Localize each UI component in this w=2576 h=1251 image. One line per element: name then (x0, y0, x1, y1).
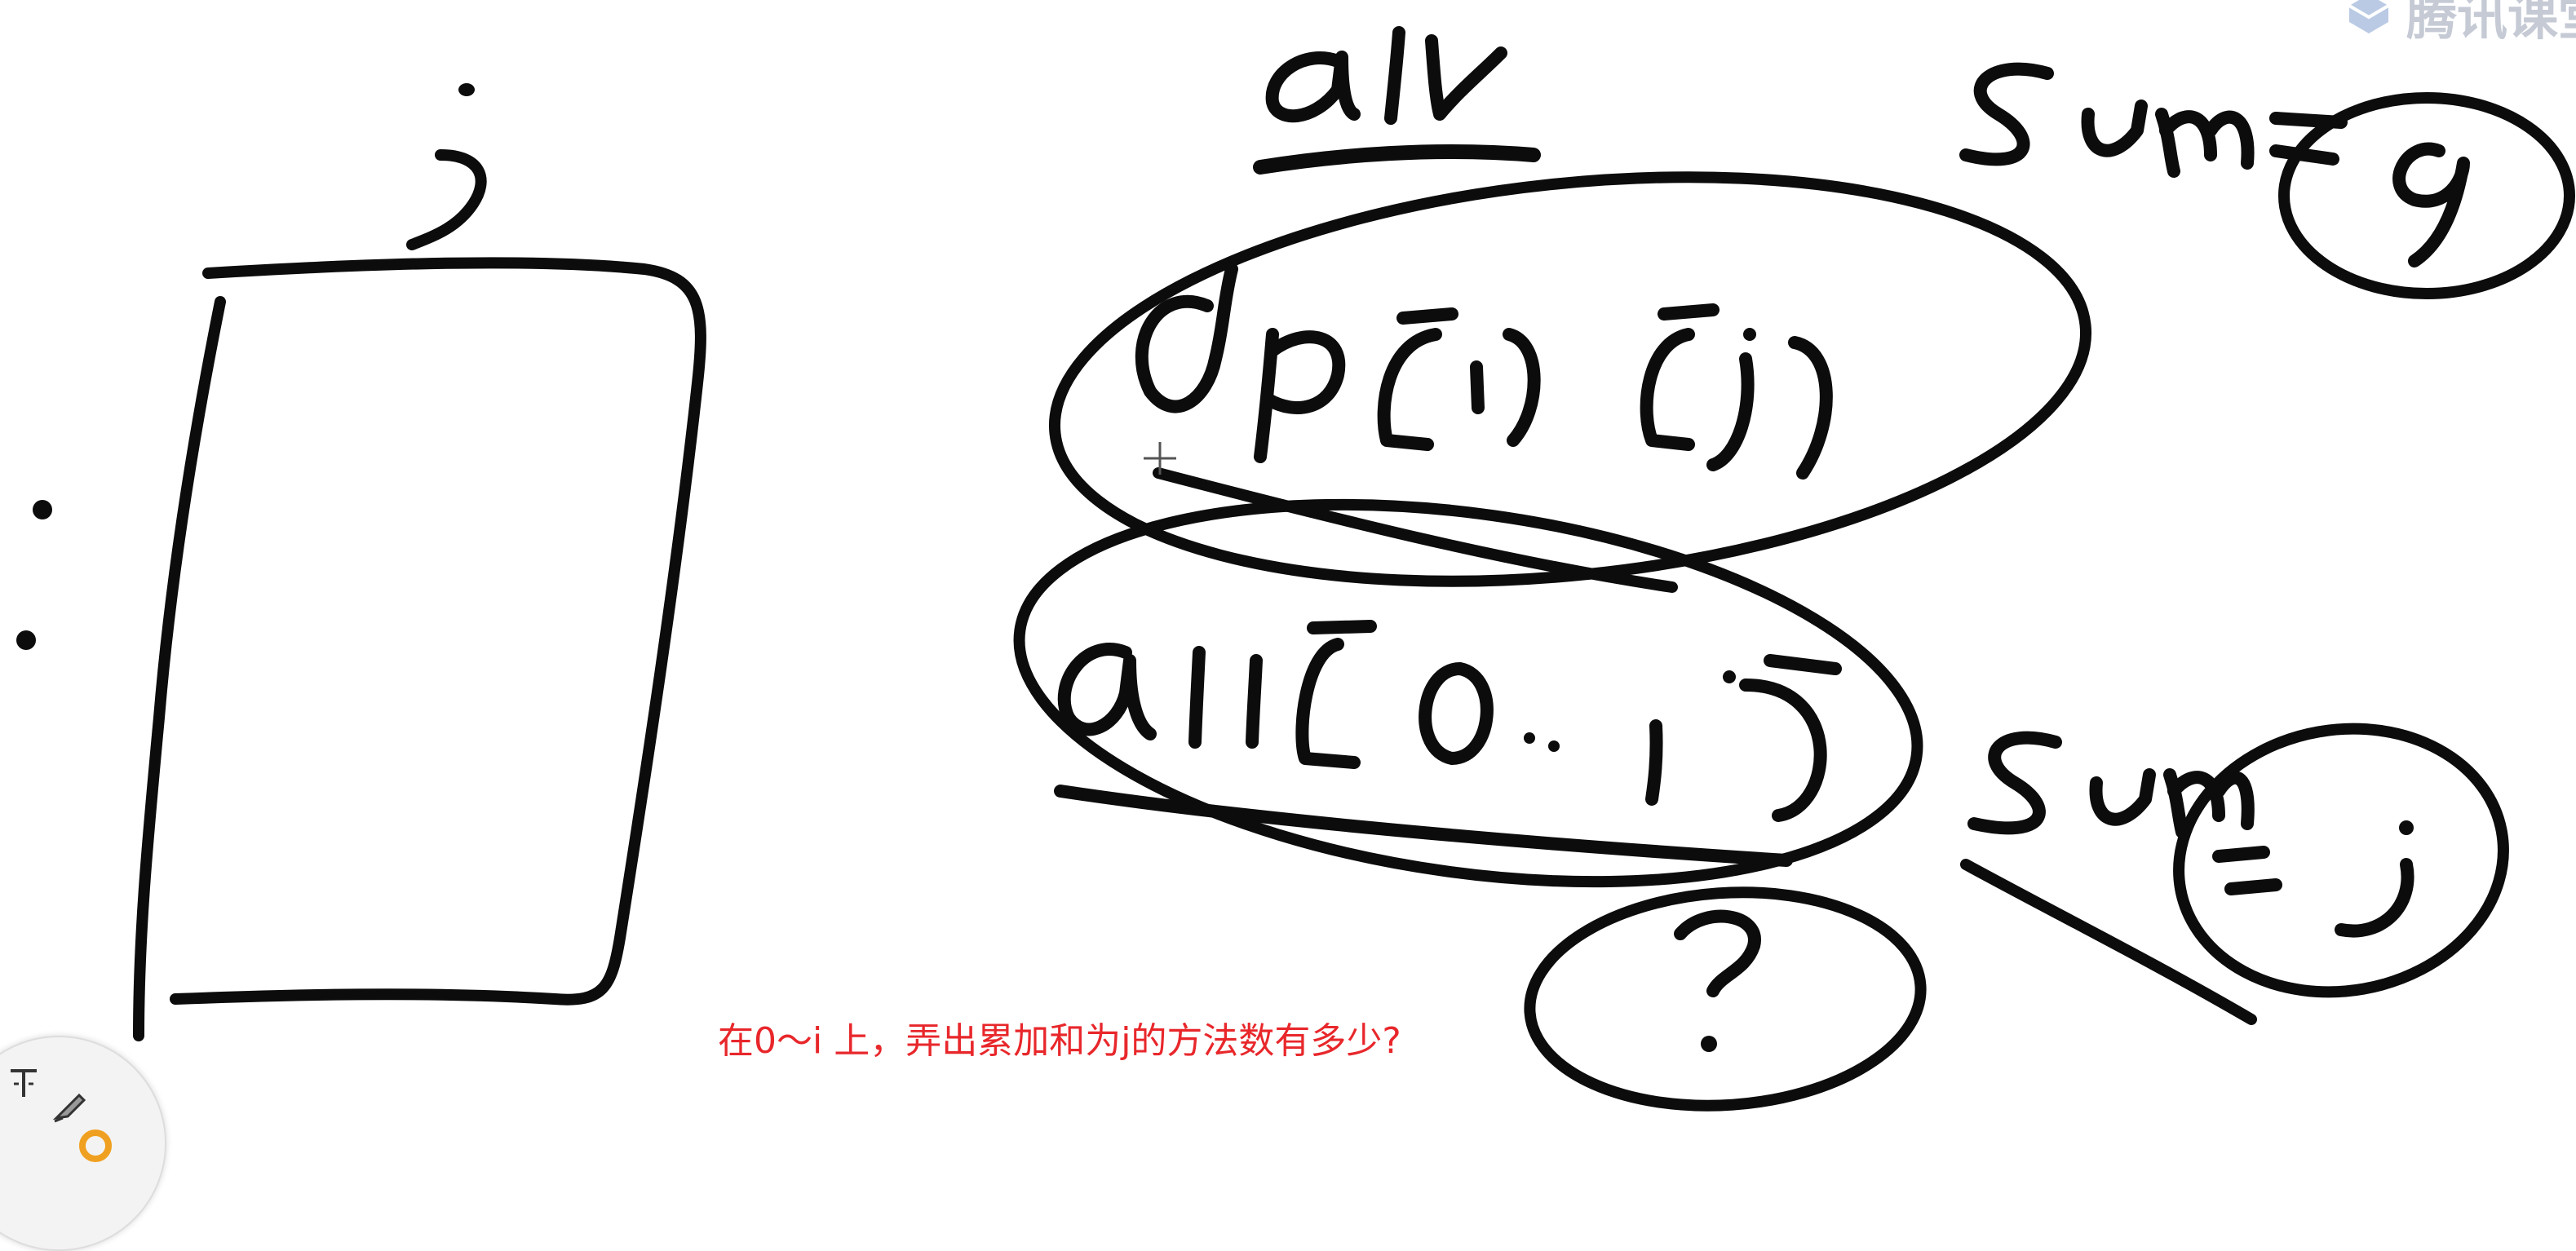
handwritten-sum-equals-j (1960, 723, 2509, 1025)
dp-cell-circle (1048, 171, 2092, 587)
handwritten-drawing (16, 26, 2575, 1112)
watermark-brand: 腾讯课堂 (2406, 0, 2576, 46)
handwritten-all-0-i (1057, 620, 1842, 822)
pen-tool-button[interactable] (49, 1085, 90, 1125)
whiteboard-canvas[interactable]: 在0～i 上，弄出累加和为j的方法数有多少? 腾讯课堂 (0, 0, 2576, 1251)
connector-line-bottom (1054, 785, 1793, 867)
handwritten-all-heading (1253, 26, 1541, 175)
pen-tool-icon (52, 1093, 86, 1123)
dp-table-left-edge (133, 296, 226, 1041)
tencent-classroom-logo-icon (2348, 0, 2389, 33)
subtitle-caption: 在0～i 上，弄出累加和为j的方法数有多少? (718, 1020, 1401, 1062)
handwritten-question-mark (1674, 909, 1761, 1052)
dp-table-outline (170, 257, 706, 1006)
crosshair-cursor-icon (1144, 442, 1176, 475)
color-picker-icon (79, 1129, 112, 1162)
watermark: 腾讯课堂 (2343, 0, 2576, 49)
handwritten-sum-equals-9 (1959, 62, 2575, 299)
handwritten-dp-i-j (1135, 263, 1833, 480)
handwritten-i-dots (16, 500, 52, 650)
text-tool-button[interactable] (3, 1063, 44, 1104)
text-tool-icon (11, 1069, 37, 1097)
handwritten-j-label (406, 83, 487, 250)
color-picker-button[interactable] (75, 1125, 116, 1166)
